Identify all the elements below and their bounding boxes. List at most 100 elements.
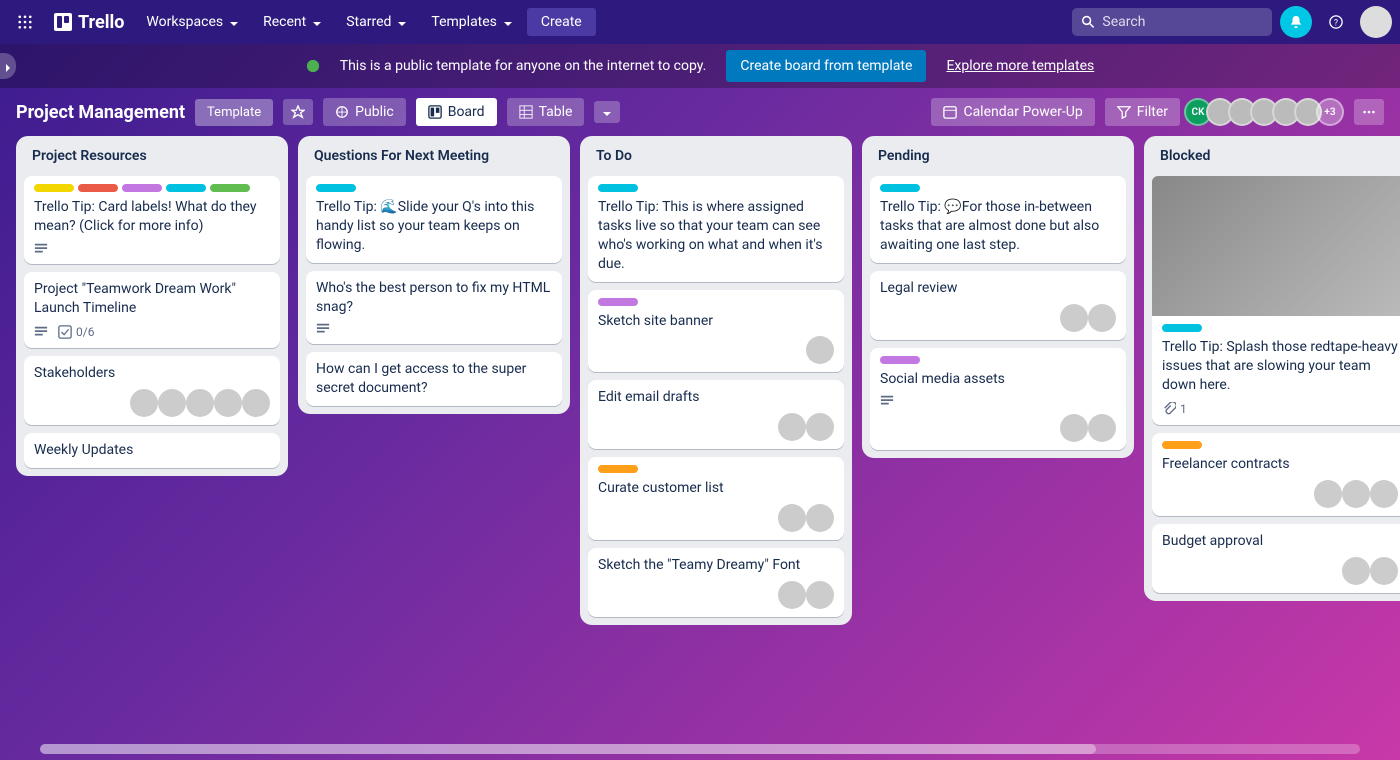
list-title[interactable]: Questions For Next Meeting: [306, 144, 562, 168]
user-avatar[interactable]: [1360, 6, 1392, 38]
card[interactable]: Sketch site banner: [588, 290, 844, 373]
help-button[interactable]: ?: [1320, 6, 1352, 38]
card[interactable]: Legal review: [870, 271, 1126, 340]
card[interactable]: Trello Tip: Card labels! What do they me…: [24, 176, 280, 264]
board-icon: [428, 105, 442, 119]
member-avatar[interactable]: [130, 389, 158, 417]
view-table-button[interactable]: Table: [507, 98, 585, 126]
explore-templates-link[interactable]: Explore more templates: [946, 58, 1094, 74]
horizontal-scrollbar[interactable]: [40, 744, 1360, 754]
card-labels: [1162, 324, 1398, 332]
label-purple[interactable]: [598, 298, 638, 306]
svg-text:?: ?: [1334, 19, 1338, 29]
member-avatar[interactable]: [242, 389, 270, 417]
label-sky[interactable]: [1162, 324, 1202, 332]
card[interactable]: Edit email drafts: [588, 380, 844, 449]
label-orange[interactable]: [1162, 441, 1202, 449]
star-icon: [291, 105, 305, 119]
label-purple[interactable]: [122, 184, 162, 192]
member-avatar[interactable]: [186, 389, 214, 417]
card[interactable]: Trello Tip: Splash those redtape-heavy i…: [1152, 176, 1400, 425]
filter-button[interactable]: Filter: [1105, 98, 1180, 126]
nav-templates[interactable]: Templates: [421, 8, 523, 36]
list: Pending Trello Tip: 💬For those in-between…: [862, 136, 1134, 458]
label-red[interactable]: [78, 184, 118, 192]
attachment-badge: 1: [1162, 401, 1187, 417]
member-avatar[interactable]: [1088, 414, 1116, 442]
card-cover-image: [1152, 176, 1400, 316]
calendar-powerup-button[interactable]: Calendar Power-Up: [931, 98, 1094, 126]
board-members-avatars[interactable]: CK +3: [1190, 98, 1344, 126]
member-avatar[interactable]: [778, 413, 806, 441]
apps-launcher-button[interactable]: [8, 9, 42, 35]
card[interactable]: Trello Tip: 💬For those in-between tasks …: [870, 176, 1126, 263]
member-avatar[interactable]: [806, 336, 834, 364]
template-badge[interactable]: Template: [195, 99, 273, 126]
member-avatar[interactable]: [214, 389, 242, 417]
view-more-button[interactable]: [594, 101, 620, 123]
label-yellow[interactable]: [34, 184, 74, 192]
card-members: [598, 336, 834, 364]
member-avatar[interactable]: [778, 581, 806, 609]
label-purple[interactable]: [880, 356, 920, 364]
card[interactable]: Stakeholders: [24, 356, 280, 425]
list-title[interactable]: Project Resources: [24, 144, 280, 168]
member-avatar[interactable]: [806, 581, 834, 609]
card[interactable]: Who's the best person to fix my HTML sna…: [306, 271, 562, 345]
member-avatar[interactable]: [806, 413, 834, 441]
member-avatar[interactable]: [1370, 480, 1398, 508]
visibility-button[interactable]: Public: [323, 98, 406, 126]
member-avatar[interactable]: [1060, 304, 1088, 332]
card[interactable]: Social media assets: [870, 348, 1126, 451]
search-box[interactable]: [1072, 8, 1272, 36]
member-avatar[interactable]: [1088, 304, 1116, 332]
search-input[interactable]: [1102, 14, 1262, 30]
create-from-template-button[interactable]: Create board from template: [726, 50, 926, 82]
card-members: [880, 414, 1116, 442]
board-canvas[interactable]: Project Resources Trello Tip: Card labels…: [0, 136, 1400, 760]
trello-logo[interactable]: Trello: [46, 12, 132, 33]
member-avatar[interactable]: [1342, 480, 1370, 508]
calendar-icon: [943, 105, 957, 119]
card[interactable]: Project "Teamwork Dream Work" Launch Tim…: [24, 272, 280, 348]
member-avatar[interactable]: [158, 389, 186, 417]
board-title[interactable]: Project Management: [16, 102, 185, 123]
list: Questions For Next Meeting Trello Tip: 🌊S…: [298, 136, 570, 414]
create-button[interactable]: Create: [527, 8, 596, 36]
board-menu-button[interactable]: [1354, 99, 1384, 125]
card-members: [34, 389, 270, 417]
nav-starred[interactable]: Starred: [336, 8, 417, 36]
member-avatar[interactable]: [806, 504, 834, 532]
list-title[interactable]: Blocked: [1152, 144, 1400, 168]
notifications-button[interactable]: [1280, 6, 1312, 38]
member-avatar[interactable]: [1060, 414, 1088, 442]
card[interactable]: Trello Tip: This is where assigned tasks…: [588, 176, 844, 282]
label-sky[interactable]: [598, 184, 638, 192]
member-avatar[interactable]: [1342, 557, 1370, 585]
card[interactable]: Budget approval: [1152, 524, 1400, 593]
label-sky[interactable]: [316, 184, 356, 192]
view-board-button[interactable]: Board: [416, 98, 497, 126]
member-avatar[interactable]: [778, 504, 806, 532]
card[interactable]: Sketch the "Teamy Dreamy" Font: [588, 548, 844, 617]
label-sky[interactable]: [166, 184, 206, 192]
avatar-more[interactable]: +3: [1316, 98, 1344, 126]
card[interactable]: Freelancer contracts: [1152, 433, 1400, 516]
member-avatar[interactable]: [1370, 557, 1398, 585]
card-badges: [316, 322, 552, 336]
nav-workspaces[interactable]: Workspaces: [136, 8, 249, 36]
expand-sidebar-handle[interactable]: [0, 53, 16, 79]
star-button[interactable]: [283, 99, 313, 125]
card[interactable]: Trello Tip: 🌊Slide your Q's into this ha…: [306, 176, 562, 263]
card[interactable]: How can I get access to the super secret…: [306, 352, 562, 406]
label-orange[interactable]: [598, 465, 638, 473]
list-title[interactable]: To Do: [588, 144, 844, 168]
label-sky[interactable]: [880, 184, 920, 192]
scrollbar-thumb[interactable]: [40, 744, 1096, 754]
nav-recent[interactable]: Recent: [253, 8, 332, 36]
label-green[interactable]: [210, 184, 250, 192]
list-title[interactable]: Pending: [870, 144, 1126, 168]
card[interactable]: Curate customer list: [588, 457, 844, 540]
card[interactable]: Weekly Updates: [24, 433, 280, 468]
member-avatar[interactable]: [1314, 480, 1342, 508]
